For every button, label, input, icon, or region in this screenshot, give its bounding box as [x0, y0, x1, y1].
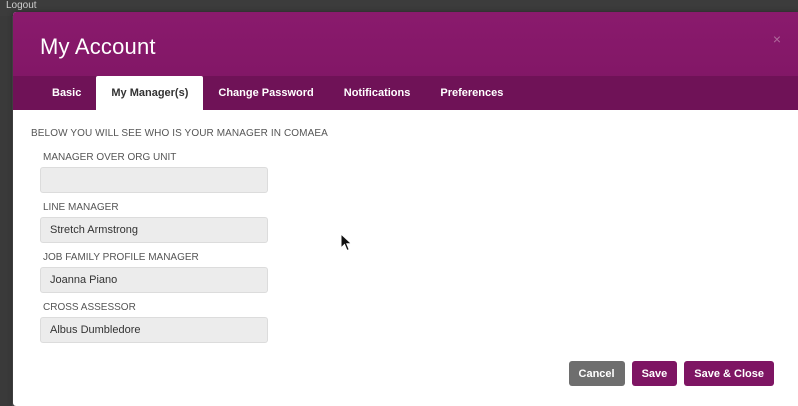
field-manager-over-org-unit: MANAGER OVER ORG UNIT [40, 152, 268, 193]
intro-text: BELOW YOU WILL SEE WHO IS YOUR MANAGER I… [31, 128, 328, 139]
tab-preferences[interactable]: Preferences [425, 76, 518, 110]
close-icon[interactable]: × [770, 32, 784, 46]
mouse-pointer-icon [340, 233, 353, 252]
modal-header: My Account × Basic My Manager(s) Change … [13, 12, 798, 110]
save-button[interactable]: Save [631, 361, 678, 386]
job-family-profile-manager-input[interactable]: Joanna Piano [40, 267, 268, 293]
cross-assessor-input[interactable]: Albus Dumbledore [40, 317, 268, 343]
tab-bar: Basic My Manager(s) Change Password Noti… [13, 76, 798, 110]
modal-title: My Account [40, 34, 156, 59]
field-cross-assessor: CROSS ASSESSOR Albus Dumbledore [40, 302, 268, 343]
my-account-modal: My Account × Basic My Manager(s) Change … [13, 12, 798, 406]
field-label: JOB FAMILY PROFILE MANAGER [43, 252, 199, 263]
manager-over-org-unit-input[interactable] [40, 167, 268, 193]
field-label: LINE MANAGER [43, 202, 119, 213]
field-line-manager: LINE MANAGER Stretch Armstrong [40, 202, 268, 243]
modal-body: BELOW YOU WILL SEE WHO IS YOUR MANAGER I… [13, 110, 798, 406]
tab-change-password[interactable]: Change Password [203, 76, 328, 110]
backdrop-logout-link: Logout [6, 0, 37, 11]
field-label: MANAGER OVER ORG UNIT [43, 152, 177, 163]
backdrop-left-edge [0, 16, 12, 406]
field-label: CROSS ASSESSOR [43, 302, 136, 313]
tab-notifications[interactable]: Notifications [329, 76, 426, 110]
save-and-close-button[interactable]: Save & Close [684, 361, 774, 386]
field-job-family-profile-manager: JOB FAMILY PROFILE MANAGER Joanna Piano [40, 252, 268, 293]
footer-buttons: Cancel Save Save & Close [568, 361, 774, 386]
tab-my-managers[interactable]: My Manager(s) [96, 76, 204, 110]
line-manager-input[interactable]: Stretch Armstrong [40, 217, 268, 243]
cancel-button[interactable]: Cancel [568, 361, 625, 386]
tab-basic[interactable]: Basic [37, 76, 96, 110]
